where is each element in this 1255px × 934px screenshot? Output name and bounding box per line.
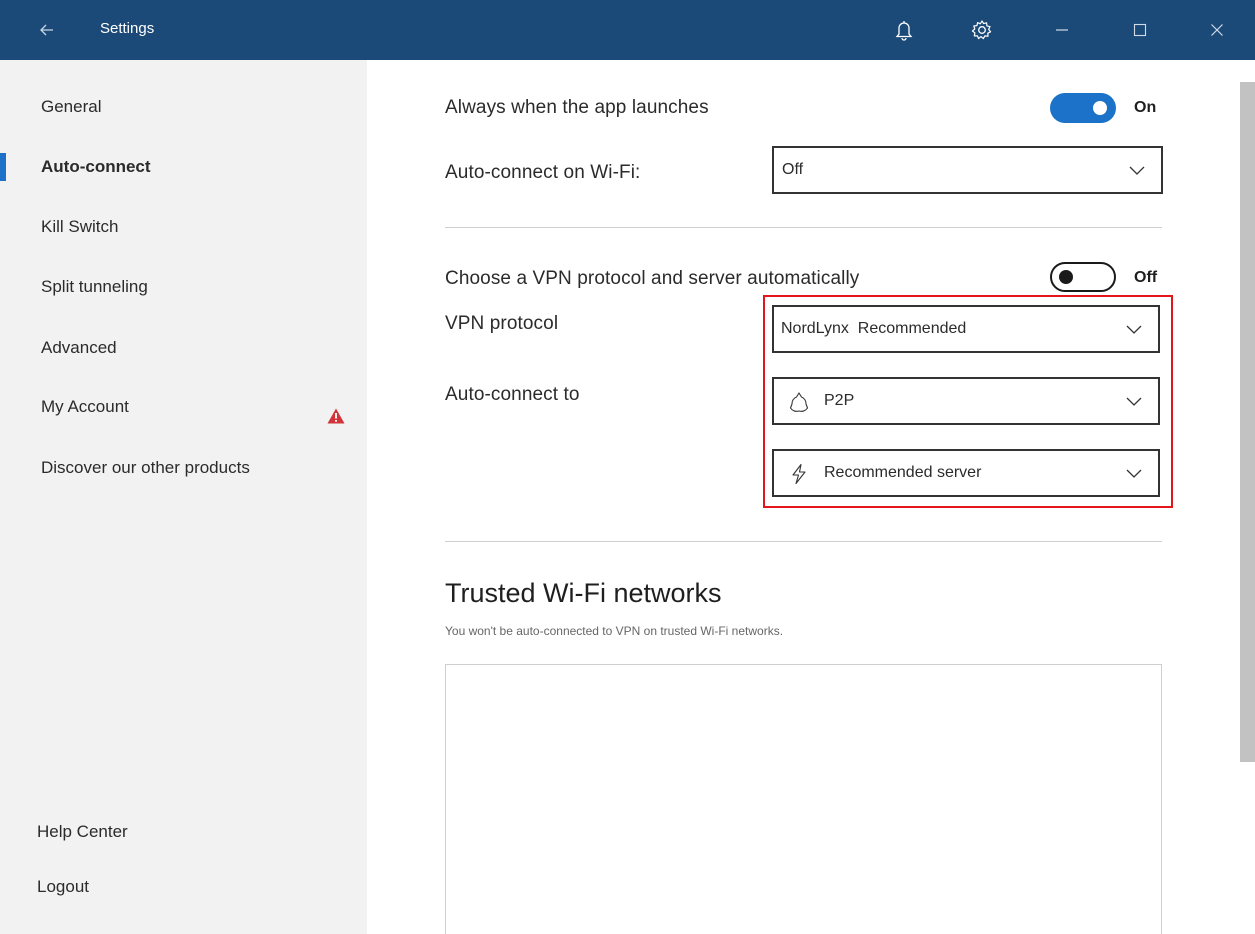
gear-icon[interactable] bbox=[968, 16, 996, 44]
launch-label: Always when the app launches bbox=[445, 97, 709, 118]
minimize-icon[interactable] bbox=[1048, 16, 1076, 44]
auto-choose-label: Choose a VPN protocol and server automat… bbox=[445, 268, 860, 289]
sidebar-item-label: Kill Switch bbox=[41, 217, 119, 236]
close-icon[interactable] bbox=[1203, 16, 1231, 44]
toggle-knob bbox=[1059, 270, 1073, 284]
auto-choose-toggle-state: Off bbox=[1134, 269, 1158, 286]
toggle-knob bbox=[1093, 101, 1107, 115]
sidebar-item-kill-switch[interactable]: Kill Switch bbox=[0, 207, 367, 247]
protocol-label: VPN protocol bbox=[445, 313, 559, 334]
sidebar-item-auto-connect[interactable]: Auto-connect bbox=[0, 147, 367, 187]
auto-choose-toggle[interactable] bbox=[1050, 262, 1116, 292]
chevron-down-icon bbox=[1129, 166, 1145, 175]
maximize-icon[interactable] bbox=[1126, 16, 1154, 44]
sidebar: General Auto-connect Kill Switch Split t… bbox=[0, 60, 367, 934]
warning-icon bbox=[327, 399, 345, 439]
footer-item-label: Help Center bbox=[37, 822, 128, 841]
sidebar-item-discover-products[interactable]: Discover our other products bbox=[0, 448, 367, 488]
highlight-box bbox=[763, 295, 1173, 508]
window-title: Settings bbox=[100, 20, 155, 37]
trusted-networks-list[interactable] bbox=[445, 664, 1162, 934]
connect-to-label: Auto-connect to bbox=[445, 384, 580, 405]
trusted-networks-subtitle: You won't be auto-connected to VPN on tr… bbox=[445, 624, 784, 638]
divider bbox=[445, 227, 1162, 228]
wifi-dropdown[interactable]: Off bbox=[772, 146, 1163, 194]
active-indicator bbox=[0, 153, 6, 181]
sidebar-item-label: General bbox=[41, 97, 102, 116]
scrollbar[interactable] bbox=[1240, 82, 1255, 762]
divider bbox=[445, 541, 1162, 542]
footer-item-label: Logout bbox=[37, 877, 89, 896]
launch-toggle[interactable] bbox=[1050, 93, 1116, 123]
sidebar-item-advanced[interactable]: Advanced bbox=[0, 328, 367, 368]
sidebar-item-label: Discover our other products bbox=[41, 458, 250, 477]
help-center-link[interactable]: Help Center bbox=[0, 812, 367, 852]
sidebar-item-label: Split tunneling bbox=[41, 277, 148, 296]
bell-icon[interactable] bbox=[890, 16, 918, 44]
sidebar-item-label: Advanced bbox=[41, 338, 117, 357]
sidebar-item-general[interactable]: General bbox=[0, 87, 367, 127]
wifi-dropdown-value: Off bbox=[782, 161, 804, 178]
launch-toggle-state: On bbox=[1134, 99, 1157, 116]
main-content: Always when the app launches On Auto-con… bbox=[367, 60, 1255, 934]
wifi-label: Auto-connect on Wi-Fi: bbox=[445, 162, 641, 183]
sidebar-item-split-tunneling[interactable]: Split tunneling bbox=[0, 267, 367, 307]
trusted-networks-title: Trusted Wi-Fi networks bbox=[445, 578, 722, 608]
sidebar-item-my-account[interactable]: My Account bbox=[0, 387, 367, 427]
title-bar: Settings bbox=[0, 0, 1255, 60]
back-arrow-icon[interactable] bbox=[34, 18, 60, 42]
sidebar-item-label: Auto-connect bbox=[41, 157, 151, 176]
sidebar-item-label: My Account bbox=[41, 397, 129, 416]
logout-link[interactable]: Logout bbox=[0, 867, 367, 907]
